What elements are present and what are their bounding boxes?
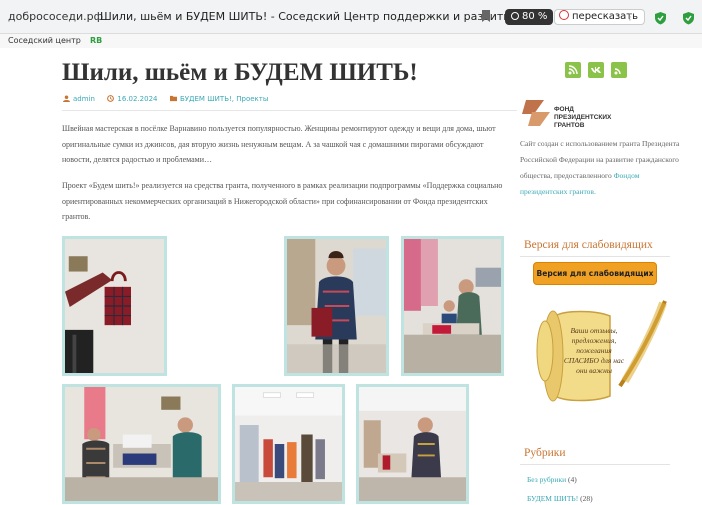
impaired-version-button[interactable]: Версия для слабовидящих	[533, 262, 657, 285]
retell-icon	[559, 10, 569, 20]
vk-icon[interactable]	[588, 62, 604, 78]
svg-text:ПРЕЗИДЕНТСКИХ: ПРЕЗИДЕНТСКИХ	[554, 114, 612, 121]
bookmark-icon[interactable]	[480, 9, 492, 23]
feed-icon[interactable]	[611, 62, 627, 78]
feedback-scroll-banner[interactable]: Ваши отзывы, предложения, пожелания СПАС…	[525, 296, 675, 421]
page-tab-title: Шили, шьём и БУДЕМ ШИТЬ! - Соседский Цен…	[100, 10, 528, 23]
folder-icon	[169, 95, 177, 102]
bookmarks-bar: Соседский центр RB	[0, 34, 702, 48]
gallery-photo-sewing-group[interactable]	[62, 384, 221, 504]
post-meta: admin 16.02.2024 БУДЕМ ШИТЬ!, Проекты	[63, 95, 268, 103]
svg-text:ФОНД: ФОНД	[554, 106, 574, 113]
user-icon	[63, 95, 70, 102]
shield-extension-icon-2[interactable]	[682, 11, 695, 25]
post-paragraph-1: Швейная мастерская в посёлке Варнавино п…	[62, 124, 496, 164]
post-date[interactable]: 16.02.2024	[117, 95, 157, 103]
bookmark-rb[interactable]: RB	[90, 34, 102, 48]
post-paragraph-2: Проект «Будем шить!» реализуется на сред…	[62, 181, 503, 221]
shield-extension-icon[interactable]	[654, 11, 667, 25]
post-categories[interactable]: БУДЕМ ШИТЬ!, Проекты	[180, 95, 268, 103]
toolbar-divider: ⁝	[628, 10, 632, 24]
reader-mode-button[interactable]: 80 %	[505, 9, 554, 25]
address-bar[interactable]: добрососеди.рф	[8, 10, 103, 23]
bookmark-neighbor-center[interactable]: Соседский центр	[8, 34, 81, 48]
grant-text: Сайт создан с использованием гранта През…	[520, 139, 680, 180]
gallery-photo-workshop[interactable]	[401, 236, 504, 376]
svg-text:ГРАНТОВ: ГРАНТОВ	[554, 122, 585, 129]
browser-toolbar: добрососеди.рф Шили, шьём и БУДЕМ ШИТЬ! …	[0, 0, 702, 34]
rss-icon[interactable]	[565, 62, 581, 78]
grant-fund-emblem: ФОНД ПРЕЗИДЕНТСКИХ ГРАНТОВ	[522, 100, 612, 129]
post-author[interactable]: admin	[73, 95, 95, 103]
rubrics-title: Рубрики	[524, 447, 566, 459]
rubric-count: (4)	[567, 475, 577, 484]
gallery-photo-room[interactable]	[232, 384, 345, 504]
gallery-photo-woman-standing[interactable]	[356, 384, 469, 504]
gallery-photo-woman-bag[interactable]	[284, 236, 389, 376]
rubric-count: (28)	[580, 494, 593, 503]
grant-description: Сайт создан с использованием гранта През…	[520, 136, 685, 200]
impaired-widget-title: Версия для слабовидящих	[524, 239, 653, 251]
rubric-item[interactable]: Без рубрики (4)	[527, 475, 577, 484]
widget-divider	[520, 256, 670, 257]
reader-icon	[511, 12, 519, 20]
gallery-photo-bag[interactable]	[62, 236, 167, 376]
meta-divider	[62, 110, 517, 111]
scroll-text: Ваши отзывы, предложения, пожелания СПАС…	[563, 326, 625, 375]
rubrics-divider	[520, 464, 670, 465]
grant-fund-logo[interactable]: ФОНД ПРЕЗИДЕНТСКИХ ГРАНТОВ	[522, 96, 662, 136]
post-title: Шили, шьём и БУДЕМ ШИТЬ!	[62, 59, 418, 86]
reader-zoom-label: 80 %	[522, 11, 548, 22]
rubric-name[interactable]: Без рубрики	[527, 475, 566, 484]
rubric-item[interactable]: БУДЕМ ШИТЬ! (28)	[527, 494, 593, 503]
clock-icon	[107, 95, 115, 102]
rubric-name[interactable]: БУДЕМ ШИТЬ!	[527, 494, 578, 503]
